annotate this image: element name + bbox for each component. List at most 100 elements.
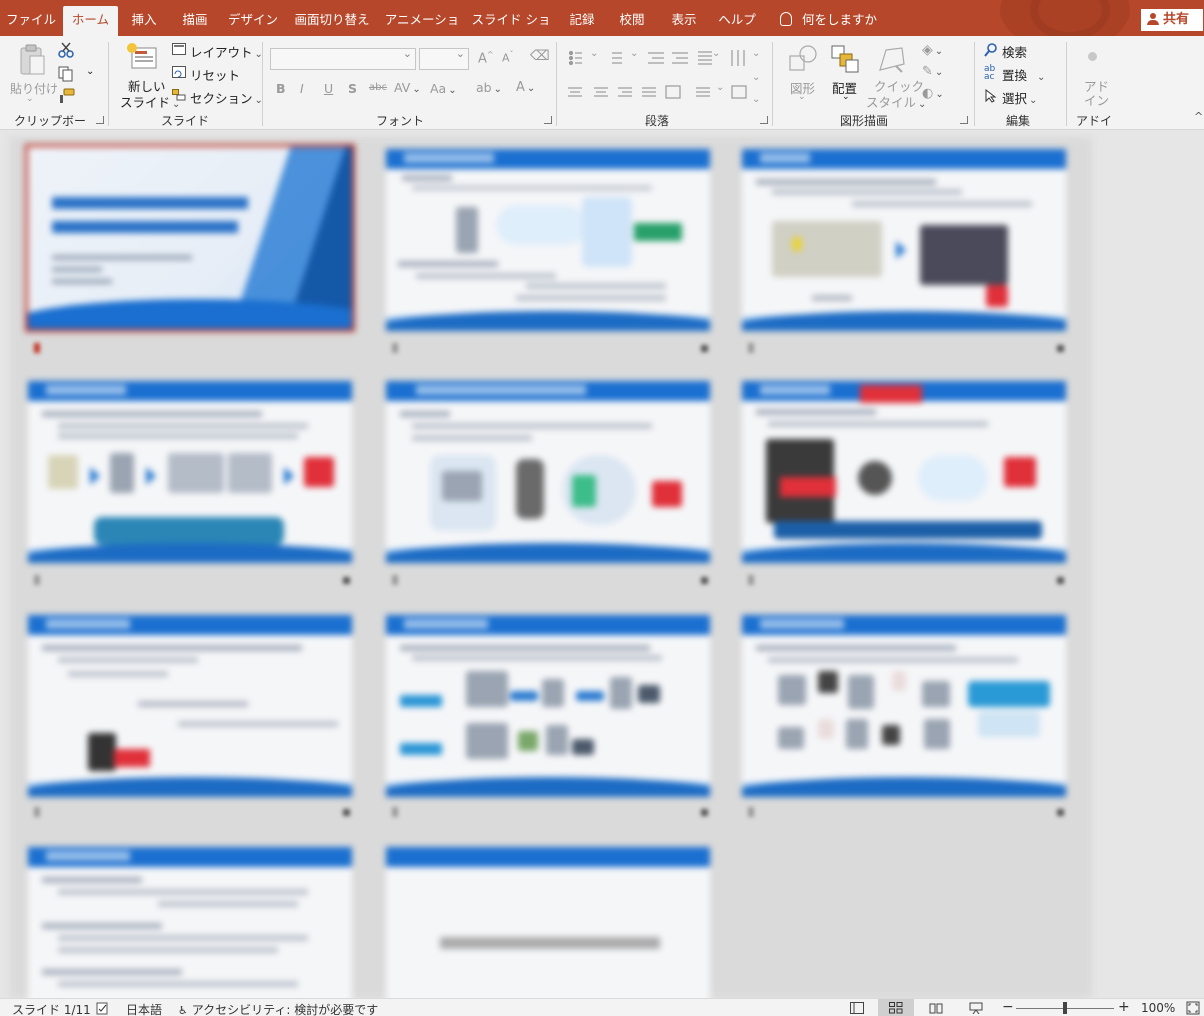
slide-thumbnail-7[interactable]: [28, 615, 352, 797]
shapes-icon: [789, 45, 817, 71]
slide-thumbnail-2[interactable]: [386, 149, 710, 331]
layout-label: レイアウト: [190, 45, 253, 60]
normal-view-button[interactable]: [838, 999, 874, 1016]
font-launcher-icon[interactable]: [544, 116, 552, 124]
strikethrough-button[interactable]: abc: [369, 82, 387, 93]
tab-transitions[interactable]: 画面切り替え: [290, 6, 374, 36]
font-name-field[interactable]: [270, 47, 416, 70]
slide-number-1: [30, 343, 352, 355]
slide-thumbnail-9[interactable]: [742, 615, 1066, 797]
accessibility-status[interactable]: ♿ アクセシビリティ: 検討が必要です: [178, 1001, 378, 1016]
section-button[interactable]: セクション ⌄: [172, 88, 263, 106]
tab-home[interactable]: ホーム: [63, 6, 118, 36]
clear-formatting-icon[interactable]: ⌫: [530, 48, 550, 64]
slide-thumbnail-6[interactable]: [742, 381, 1066, 563]
slide-thumbnail-3[interactable]: [742, 149, 1066, 331]
slide-thumbnail-1[interactable]: [25, 144, 355, 332]
arrange-icon: [831, 45, 859, 73]
spell-check-icon[interactable]: [96, 1001, 110, 1015]
addins-button[interactable]: アド イン: [1076, 44, 1110, 110]
shadow-button[interactable]: S: [348, 81, 357, 96]
copy-dropdown-chevron-icon[interactable]: ⌄: [86, 66, 94, 77]
lightbulb-icon: [780, 11, 792, 26]
select-label: 選択: [1002, 91, 1028, 106]
layout-button[interactable]: レイアウト ⌄: [172, 42, 263, 60]
highlight-icon[interactable]: ab ⌄: [476, 80, 502, 95]
slide-thumbnail-11[interactable]: [386, 847, 710, 998]
tab-insert[interactable]: 挿入: [122, 6, 166, 36]
language-indicator[interactable]: 日本語: [126, 1001, 162, 1016]
replace-label: 置換: [1002, 68, 1028, 83]
tab-help[interactable]: ヘルプ: [714, 6, 760, 36]
select-button[interactable]: 選択 ⌄: [984, 88, 1048, 106]
share-label: 共有: [1163, 12, 1190, 27]
zoom-in-button[interactable]: +: [1118, 999, 1130, 1015]
format-painter-icon[interactable]: [58, 88, 76, 104]
slide-number-3: [744, 343, 1066, 355]
zoom-level[interactable]: 100%: [1141, 1001, 1175, 1015]
scissors-icon[interactable]: [58, 42, 74, 58]
arrange-button[interactable]: 配置 ⌄: [828, 42, 862, 108]
slide-thumbnail-10[interactable]: [28, 847, 352, 998]
fit-to-window-icon[interactable]: [1186, 1001, 1200, 1015]
tell-me-box[interactable]: 何をしますか: [780, 6, 877, 34]
paragraph-controls[interactable]: [568, 50, 768, 120]
divider: [1066, 42, 1067, 126]
tab-slideshow[interactable]: スライド ショー: [468, 6, 554, 55]
addins-icon: [1088, 52, 1097, 61]
tab-review[interactable]: 校閲: [610, 6, 654, 36]
slide-sorter-view-button[interactable]: [878, 999, 914, 1016]
shape-outline-icon[interactable]: ✎ ⌄: [922, 64, 943, 79]
cursor-icon: [985, 89, 997, 103]
tab-design[interactable]: デザイン: [224, 6, 282, 36]
slide-thumbnail-8[interactable]: [386, 615, 710, 797]
zoom-slider-thumb[interactable]: [1063, 1002, 1067, 1014]
divider: [556, 42, 557, 126]
zoom-out-button[interactable]: −: [1002, 999, 1014, 1015]
change-case-button[interactable]: Aa ⌄: [430, 81, 457, 96]
replace-button[interactable]: ab ac 置換 ⌄: [984, 65, 1054, 84]
character-spacing-icon[interactable]: AV ⌄: [394, 80, 421, 95]
slide-number-9: [744, 807, 1066, 819]
clipboard-launcher-icon[interactable]: [96, 116, 104, 124]
tab-file[interactable]: ファイル: [2, 6, 60, 36]
drawing-launcher-icon[interactable]: [960, 116, 968, 124]
find-button[interactable]: 検索: [984, 42, 1044, 60]
tab-view[interactable]: 表示: [662, 6, 706, 36]
new-slide-icon: [127, 43, 157, 69]
paragraph-launcher-icon[interactable]: [760, 116, 768, 124]
shape-effects-icon[interactable]: ◐ ⌄: [922, 86, 944, 101]
slideshow-icon: [969, 1002, 983, 1014]
slideshow-button[interactable]: [958, 999, 994, 1016]
collapse-ribbon-icon[interactable]: ^: [1194, 110, 1203, 123]
quick-styles-button[interactable]: クイック スタイル ⌄: [866, 42, 926, 110]
ribbon-home: 貼り付け ⌄ ⌄ クリップボード 新しい スライド⌄ レイアウト⌄ リセット セ…: [0, 36, 1204, 145]
tab-draw[interactable]: 描画: [172, 6, 218, 36]
increase-font-size-icon[interactable]: A^: [478, 50, 494, 66]
font-group-label: フォント: [375, 114, 424, 128]
paste-button[interactable]: 貼り付け ⌄: [8, 42, 58, 104]
font-color-icon[interactable]: A ⌄: [516, 80, 535, 95]
bold-button[interactable]: B: [276, 81, 286, 96]
slide-thumbnail-4[interactable]: [28, 381, 352, 563]
shape-fill-icon[interactable]: ◈ ⌄: [922, 42, 943, 58]
slide-number-4: [30, 575, 352, 587]
tab-animations[interactable]: アニメーション: [382, 6, 462, 55]
slide-number-6: [744, 575, 1066, 587]
slide-number-7: [30, 807, 352, 819]
italic-button[interactable]: I: [300, 81, 304, 96]
reset-button[interactable]: リセット: [172, 65, 252, 83]
reset-label: リセット: [190, 68, 241, 83]
reading-view-button[interactable]: [918, 999, 954, 1016]
tell-me-label: 何をしますか: [802, 12, 878, 27]
underline-button[interactable]: U: [324, 81, 333, 96]
decrease-font-size-icon[interactable]: Aˇ: [502, 50, 514, 65]
font-size-field[interactable]: [419, 47, 469, 70]
slide-thumbnail-5[interactable]: [386, 381, 710, 563]
slide-number-5: [388, 575, 710, 587]
shapes-button[interactable]: 図形 ⌄: [784, 42, 822, 108]
new-slide-button[interactable]: 新しい スライド ⌄: [116, 40, 180, 110]
tab-record[interactable]: 記録: [562, 6, 602, 36]
share-button[interactable]: 共有: [1140, 8, 1204, 32]
copy-icon[interactable]: [58, 66, 74, 82]
